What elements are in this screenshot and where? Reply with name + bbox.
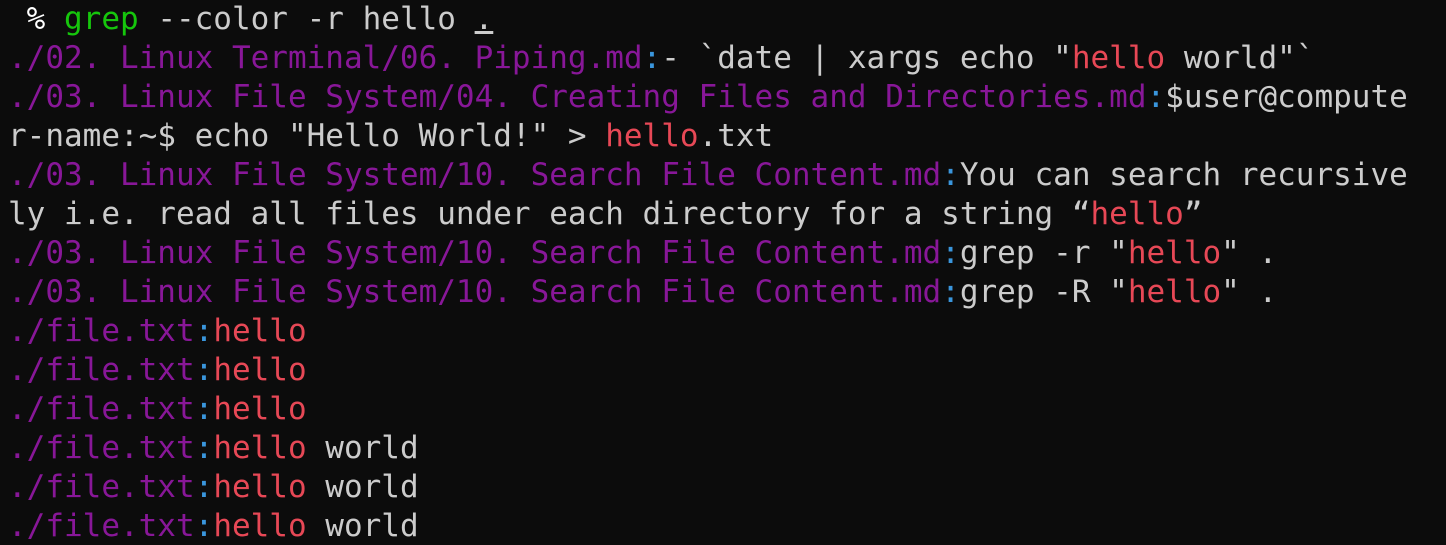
command-name: grep	[64, 1, 139, 37]
file-path: ./03. Linux File System/04. Creating Fil…	[8, 79, 1147, 115]
match-highlight: hello	[213, 352, 307, 388]
match-highlight: hello	[1127, 235, 1222, 271]
output-text: .	[474, 1, 494, 37]
output-text: grep -r "	[959, 235, 1128, 271]
match-highlight: hello	[213, 313, 307, 349]
path-separator: :	[194, 430, 214, 466]
output-line: ./03. Linux File System/10. Search File …	[8, 156, 1446, 195]
match-highlight: hello	[1090, 196, 1184, 232]
output-line: ./03. Linux File System/04. Creating Fil…	[8, 78, 1446, 117]
file-path: ./file.txt	[8, 430, 195, 466]
output-line: ./file.txt:hello	[8, 312, 1446, 351]
match-highlight: hello	[213, 430, 307, 466]
path-separator: :	[941, 157, 960, 193]
output-line: r-name:~$ echo "Hello World!" > hello.tx…	[8, 117, 1446, 156]
output-text: ”	[1183, 196, 1203, 232]
file-path: ./03. Linux File System/10. Search File …	[8, 235, 942, 271]
path-separator: :	[194, 352, 214, 388]
file-path: ./03. Linux File System/10. Search File …	[8, 274, 942, 310]
file-path: ./file.txt	[8, 313, 195, 349]
terminal-window[interactable]: % grep --color -r hello . ./02. Linux Ter…	[0, 0, 1446, 545]
match-highlight: hello	[213, 391, 307, 427]
output-text: --color -r hello	[138, 1, 475, 37]
output-text: " .	[1221, 274, 1278, 310]
path-separator: :	[941, 235, 960, 271]
output-text: world	[306, 430, 419, 466]
path-separator: :	[1146, 79, 1166, 115]
path-separator: :	[194, 469, 214, 505]
output-line: ./file.txt:hello	[8, 390, 1446, 429]
output-text: r-name:~$ echo "Hello World!" >	[8, 118, 606, 154]
output-text: world	[306, 508, 419, 544]
match-highlight: hello	[213, 508, 307, 544]
file-path: ./02. Linux Terminal/06. Piping.md	[8, 40, 643, 76]
path-separator: :	[642, 40, 662, 76]
prompt-symbol: %	[8, 1, 64, 37]
path-separator: :	[941, 274, 960, 310]
file-path: ./file.txt	[8, 508, 195, 544]
output-text: $user@compute	[1165, 79, 1408, 115]
file-path: ./file.txt	[8, 352, 195, 388]
output-line: ./03. Linux File System/10. Search File …	[8, 234, 1446, 273]
path-separator: :	[194, 508, 214, 544]
output-text: .txt	[698, 118, 774, 154]
output-line: ly i.e. read all files under each direct…	[8, 195, 1446, 234]
output-line: ./file.txt:hello world	[8, 507, 1446, 545]
command-line: % grep --color -r hello .	[8, 0, 1446, 39]
output-text: world"`	[1165, 40, 1315, 76]
path-separator: :	[194, 391, 214, 427]
output-text: You can search recursive	[959, 157, 1408, 193]
output-text: world	[306, 469, 419, 505]
match-highlight: hello	[1071, 40, 1166, 76]
match-highlight: hello	[605, 118, 699, 154]
output-line: ./03. Linux File System/10. Search File …	[8, 273, 1446, 312]
output-text: ly i.e. read all files under each direct…	[8, 196, 1091, 232]
output-text: " .	[1221, 235, 1278, 271]
file-path: ./03. Linux File System/10. Search File …	[8, 157, 942, 193]
file-path: ./file.txt	[8, 469, 195, 505]
path-separator: :	[194, 313, 214, 349]
match-highlight: hello	[213, 469, 307, 505]
match-highlight: hello	[1127, 274, 1222, 310]
output-text: grep -R "	[959, 274, 1128, 310]
output-line: ./02. Linux Terminal/06. Piping.md:- `da…	[8, 39, 1446, 78]
output-text: - `date | xargs echo "	[661, 40, 1072, 76]
file-path: ./file.txt	[8, 391, 195, 427]
output-line: ./file.txt:hello world	[8, 429, 1446, 468]
output-line: ./file.txt:hello	[8, 351, 1446, 390]
output-line: ./file.txt:hello world	[8, 468, 1446, 507]
